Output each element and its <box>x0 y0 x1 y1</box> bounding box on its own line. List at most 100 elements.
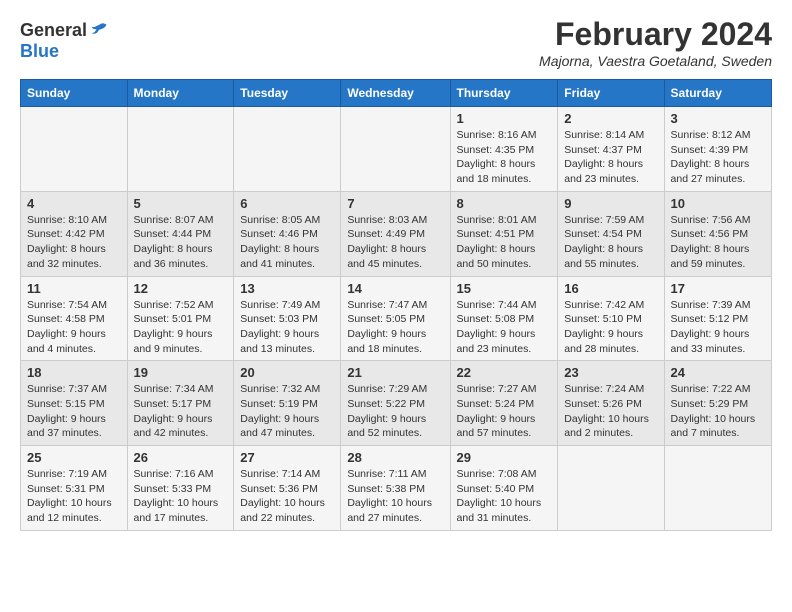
day-detail: Sunrise: 7:11 AM Sunset: 5:38 PM Dayligh… <box>347 467 443 526</box>
calendar-cell: 6 Sunrise: 8:05 AM Sunset: 4:46 PM Daylig… <box>234 191 341 276</box>
calendar-cell: 25Sunrise: 7:19 AM Sunset: 5:31 PM Dayli… <box>21 446 128 531</box>
calendar-cell: 2 Sunrise: 8:14 AM Sunset: 4:37 PM Daylig… <box>558 107 664 192</box>
day-detail: Sunrise: 7:34 AM Sunset: 5:17 PM Dayligh… <box>134 382 228 441</box>
calendar-cell: 29 Sunrise: 7:08 AM Sunset: 5:40 PM Dayli… <box>450 446 558 531</box>
day-detail: Sunrise: 7:16 AM Sunset: 5:33 PM Dayligh… <box>134 467 228 526</box>
day-detail: Sunrise: 8:10 AM Sunset: 4:42 PM Dayligh… <box>27 213 121 272</box>
day-number: 8 <box>457 196 552 211</box>
calendar-cell: 3 Sunrise: 8:12 AM Sunset: 4:39 PM Daylig… <box>664 107 771 192</box>
calendar-cell <box>558 446 664 531</box>
calendar-week-3: 11Sunrise: 7:54 AM Sunset: 4:58 PM Dayli… <box>21 276 772 361</box>
logo-bird-icon <box>89 19 109 39</box>
calendar-cell: 22 Sunrise: 7:27 AM Sunset: 5:24 PM Dayli… <box>450 361 558 446</box>
header: General Blue February 2024 Majorna, Vaes… <box>20 16 772 69</box>
calendar-cell: 12 Sunrise: 7:52 AM Sunset: 5:01 PM Dayli… <box>127 276 234 361</box>
logo-general: General <box>20 20 87 41</box>
calendar-week-2: 4 Sunrise: 8:10 AM Sunset: 4:42 PM Daylig… <box>21 191 772 276</box>
calendar-week-1: 1Sunrise: 8:16 AM Sunset: 4:35 PM Daylig… <box>21 107 772 192</box>
day-number: 28 <box>347 450 443 465</box>
day-number: 24 <box>671 365 765 380</box>
day-number: 18 <box>27 365 121 380</box>
calendar-table: SundayMondayTuesdayWednesdayThursdayFrid… <box>20 79 772 531</box>
calendar-cell: 13 Sunrise: 7:49 AM Sunset: 5:03 PM Dayli… <box>234 276 341 361</box>
day-detail: Sunrise: 8:12 AM Sunset: 4:39 PM Dayligh… <box>671 128 765 187</box>
day-number: 11 <box>27 281 121 296</box>
day-number: 13 <box>240 281 334 296</box>
day-detail: Sunrise: 7:39 AM Sunset: 5:12 PM Dayligh… <box>671 298 765 357</box>
day-number: 17 <box>671 281 765 296</box>
day-detail: Sunrise: 8:14 AM Sunset: 4:37 PM Dayligh… <box>564 128 657 187</box>
day-detail: Sunrise: 7:27 AM Sunset: 5:24 PM Dayligh… <box>457 382 552 441</box>
calendar-cell: 9Sunrise: 7:59 AM Sunset: 4:54 PM Daylig… <box>558 191 664 276</box>
day-detail: Sunrise: 7:44 AM Sunset: 5:08 PM Dayligh… <box>457 298 552 357</box>
calendar-cell: 1Sunrise: 8:16 AM Sunset: 4:35 PM Daylig… <box>450 107 558 192</box>
day-detail: Sunrise: 7:49 AM Sunset: 5:03 PM Dayligh… <box>240 298 334 357</box>
column-header-thursday: Thursday <box>450 80 558 107</box>
day-number: 3 <box>671 111 765 126</box>
month-year-title: February 2024 <box>539 16 772 53</box>
calendar-cell: 11Sunrise: 7:54 AM Sunset: 4:58 PM Dayli… <box>21 276 128 361</box>
day-detail: Sunrise: 8:01 AM Sunset: 4:51 PM Dayligh… <box>457 213 552 272</box>
calendar-week-5: 25Sunrise: 7:19 AM Sunset: 5:31 PM Dayli… <box>21 446 772 531</box>
calendar-week-4: 18 Sunrise: 7:37 AM Sunset: 5:15 PM Dayli… <box>21 361 772 446</box>
day-number: 26 <box>134 450 228 465</box>
calendar-cell <box>21 107 128 192</box>
day-detail: Sunrise: 8:16 AM Sunset: 4:35 PM Dayligh… <box>457 128 552 187</box>
location-subtitle: Majorna, Vaestra Goetaland, Sweden <box>539 53 772 69</box>
column-header-monday: Monday <box>127 80 234 107</box>
column-header-tuesday: Tuesday <box>234 80 341 107</box>
day-number: 7 <box>347 196 443 211</box>
calendar-cell: 16Sunrise: 7:42 AM Sunset: 5:10 PM Dayli… <box>558 276 664 361</box>
calendar-cell: 21Sunrise: 7:29 AM Sunset: 5:22 PM Dayli… <box>341 361 450 446</box>
column-header-wednesday: Wednesday <box>341 80 450 107</box>
day-number: 22 <box>457 365 552 380</box>
calendar-cell: 23Sunrise: 7:24 AM Sunset: 5:26 PM Dayli… <box>558 361 664 446</box>
day-number: 29 <box>457 450 552 465</box>
logo: General Blue <box>20 20 109 62</box>
day-number: 12 <box>134 281 228 296</box>
day-number: 21 <box>347 365 443 380</box>
day-detail: Sunrise: 8:07 AM Sunset: 4:44 PM Dayligh… <box>134 213 228 272</box>
day-detail: Sunrise: 7:22 AM Sunset: 5:29 PM Dayligh… <box>671 382 765 441</box>
day-number: 4 <box>27 196 121 211</box>
day-detail: Sunrise: 7:52 AM Sunset: 5:01 PM Dayligh… <box>134 298 228 357</box>
calendar-cell: 17 Sunrise: 7:39 AM Sunset: 5:12 PM Dayli… <box>664 276 771 361</box>
day-number: 14 <box>347 281 443 296</box>
column-header-saturday: Saturday <box>664 80 771 107</box>
calendar-cell: 24 Sunrise: 7:22 AM Sunset: 5:29 PM Dayli… <box>664 361 771 446</box>
day-number: 23 <box>564 365 657 380</box>
calendar-cell: 28 Sunrise: 7:11 AM Sunset: 5:38 PM Dayli… <box>341 446 450 531</box>
day-detail: Sunrise: 7:56 AM Sunset: 4:56 PM Dayligh… <box>671 213 765 272</box>
calendar-cell: 10 Sunrise: 7:56 AM Sunset: 4:56 PM Dayli… <box>664 191 771 276</box>
day-number: 16 <box>564 281 657 296</box>
day-number: 27 <box>240 450 334 465</box>
day-number: 2 <box>564 111 657 126</box>
day-detail: Sunrise: 7:37 AM Sunset: 5:15 PM Dayligh… <box>27 382 121 441</box>
day-detail: Sunrise: 8:03 AM Sunset: 4:49 PM Dayligh… <box>347 213 443 272</box>
logo-blue: Blue <box>20 41 59 62</box>
column-header-sunday: Sunday <box>21 80 128 107</box>
day-number: 20 <box>240 365 334 380</box>
day-number: 9 <box>564 196 657 211</box>
calendar-cell: 20 Sunrise: 7:32 AM Sunset: 5:19 PM Dayli… <box>234 361 341 446</box>
calendar-cell: 26 Sunrise: 7:16 AM Sunset: 5:33 PM Dayli… <box>127 446 234 531</box>
calendar-header-row: SundayMondayTuesdayWednesdayThursdayFrid… <box>21 80 772 107</box>
day-detail: Sunrise: 7:32 AM Sunset: 5:19 PM Dayligh… <box>240 382 334 441</box>
column-header-friday: Friday <box>558 80 664 107</box>
day-number: 6 <box>240 196 334 211</box>
calendar-cell: 8 Sunrise: 8:01 AM Sunset: 4:51 PM Daylig… <box>450 191 558 276</box>
calendar-cell: 4 Sunrise: 8:10 AM Sunset: 4:42 PM Daylig… <box>21 191 128 276</box>
day-number: 19 <box>134 365 228 380</box>
day-number: 10 <box>671 196 765 211</box>
day-number: 5 <box>134 196 228 211</box>
day-detail: Sunrise: 8:05 AM Sunset: 4:46 PM Dayligh… <box>240 213 334 272</box>
calendar-cell: 27Sunrise: 7:14 AM Sunset: 5:36 PM Dayli… <box>234 446 341 531</box>
day-detail: Sunrise: 7:08 AM Sunset: 5:40 PM Dayligh… <box>457 467 552 526</box>
calendar-cell: 19 Sunrise: 7:34 AM Sunset: 5:17 PM Dayli… <box>127 361 234 446</box>
calendar-cell <box>127 107 234 192</box>
calendar-cell: 18 Sunrise: 7:37 AM Sunset: 5:15 PM Dayli… <box>21 361 128 446</box>
calendar-cell <box>341 107 450 192</box>
calendar-body: 1Sunrise: 8:16 AM Sunset: 4:35 PM Daylig… <box>21 107 772 531</box>
day-detail: Sunrise: 7:19 AM Sunset: 5:31 PM Dayligh… <box>27 467 121 526</box>
day-detail: Sunrise: 7:47 AM Sunset: 5:05 PM Dayligh… <box>347 298 443 357</box>
